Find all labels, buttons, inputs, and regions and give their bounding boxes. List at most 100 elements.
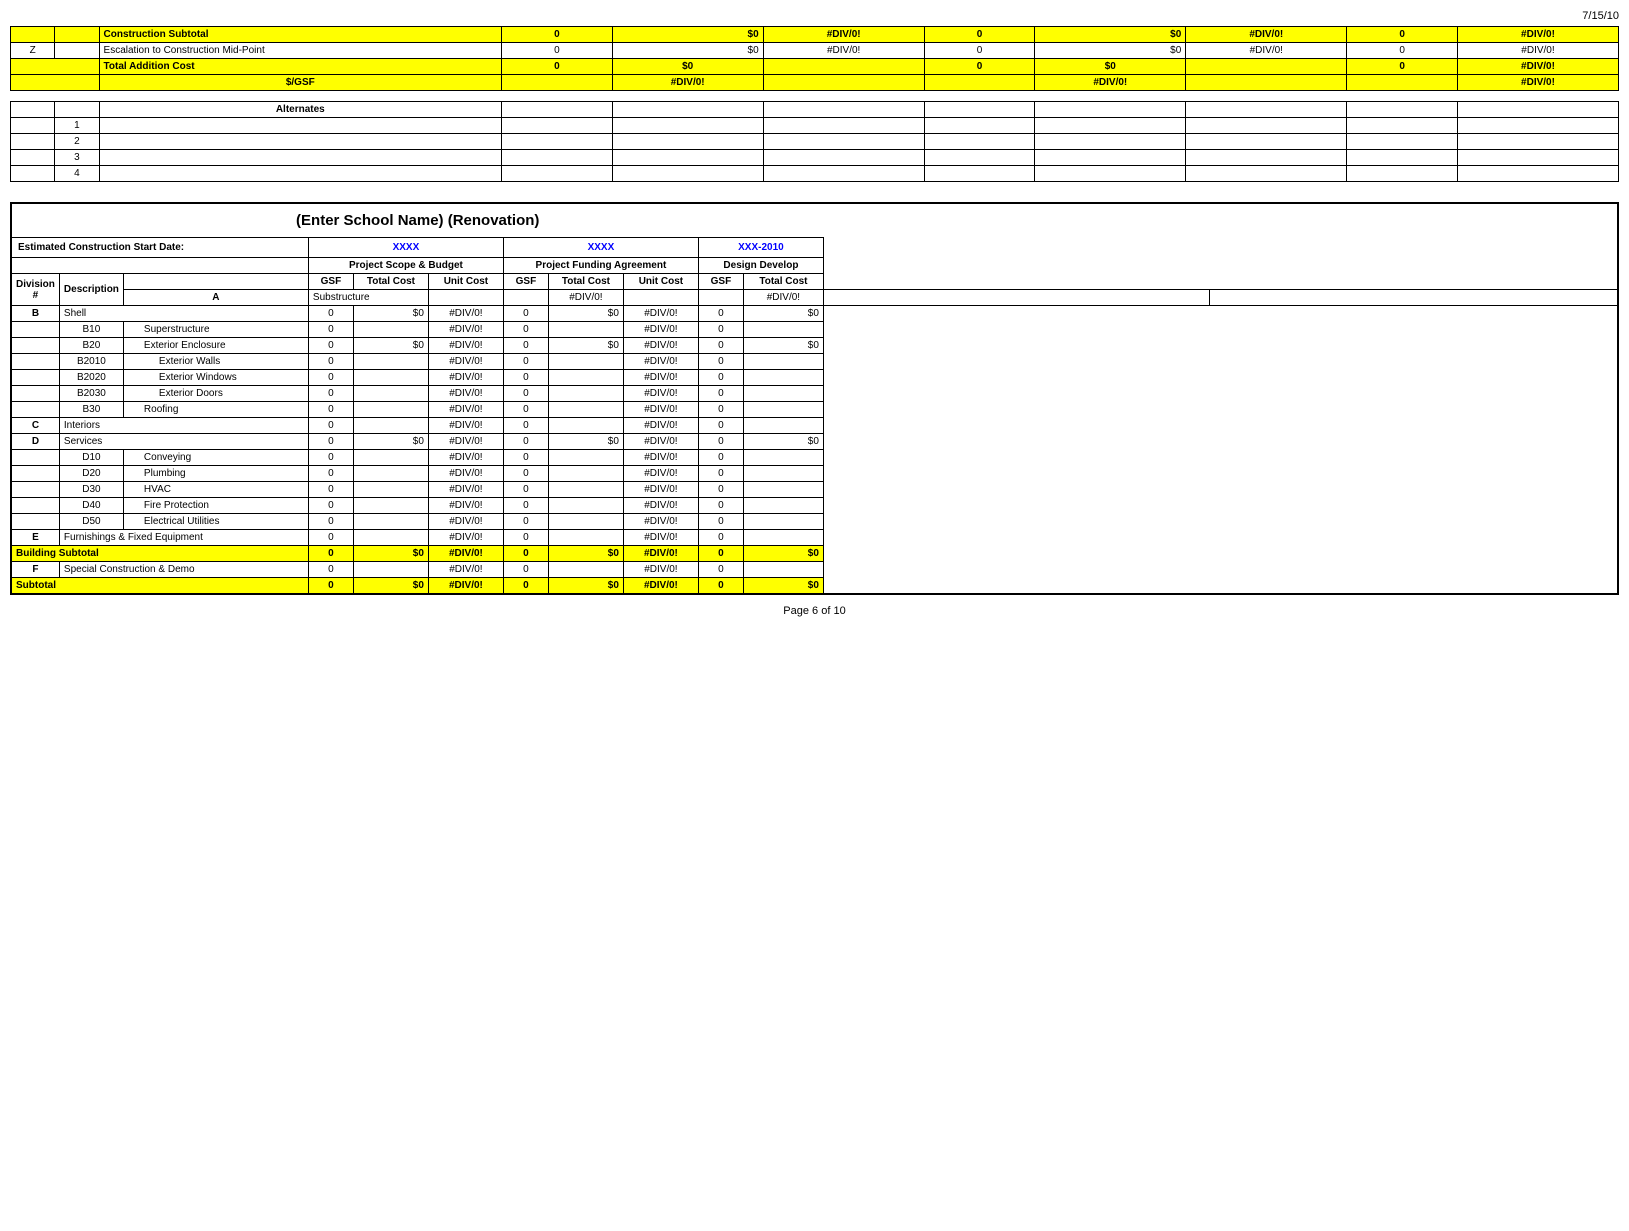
row-b2020-tc1 xyxy=(353,370,428,386)
row-d30-gsf1: 0 xyxy=(308,482,353,498)
row-b2010-sub: B2010 xyxy=(59,354,123,370)
row-b10: B10 Superstructure 0 #DIV/0! 0 #DIV/0! 0 xyxy=(11,322,1618,338)
gsf-uc1: #DIV/0! xyxy=(612,75,763,91)
tac-qty2: 0 xyxy=(924,59,1035,75)
alt-h-e6 xyxy=(924,102,1035,118)
row-f-tc3 xyxy=(743,562,823,578)
row-b20-uc1: #DIV/0! xyxy=(428,338,503,354)
row-b2030-tc2 xyxy=(548,386,623,402)
row-d10-tc1 xyxy=(353,450,428,466)
row-d20-gsf2: 0 xyxy=(503,466,548,482)
alt-h-e5 xyxy=(763,102,924,118)
escalation-label: Escalation to Construction Mid-Point xyxy=(99,43,502,59)
alt2-c5 xyxy=(1035,134,1186,150)
row-d40-ref xyxy=(11,498,59,514)
row-b2010-gsf3: 0 xyxy=(698,354,743,370)
construction-subtotal-label: Construction Subtotal xyxy=(99,27,502,43)
row-b10-uc2: #DIV/0! xyxy=(623,322,698,338)
row-d40-tc1 xyxy=(353,498,428,514)
alt3-c6 xyxy=(1186,150,1347,166)
row-d30-uc2: #DIV/0! xyxy=(623,482,698,498)
group2-label: Project Funding Agreement xyxy=(503,258,698,274)
top-section: 7/15/10 Construction Subtotal 0 $0 #DIV/… xyxy=(10,10,1619,182)
row-d40-tc2 xyxy=(548,498,623,514)
row-b30-uc2: #DIV/0! xyxy=(623,402,698,418)
row-f-gsf1: 0 xyxy=(308,562,353,578)
row-e-tc1 xyxy=(353,530,428,546)
gsf-e4 xyxy=(1186,75,1347,91)
row-a-gsf3 xyxy=(823,290,1210,306)
row-b2020-uc2: #DIV/0! xyxy=(623,370,698,386)
alt2-c7 xyxy=(1347,134,1458,150)
row-d20-ref xyxy=(11,466,59,482)
col3-code: XXX-2010 xyxy=(698,238,823,258)
row-b10-tc3 xyxy=(743,322,823,338)
row-e-gsf3: 0 xyxy=(698,530,743,546)
row-d50-tc1 xyxy=(353,514,428,530)
gsf2-header: GSF xyxy=(503,274,548,290)
row-b2020-tc2 xyxy=(548,370,623,386)
row-d40-uc2: #DIV/0! xyxy=(623,498,698,514)
alt-h-e9 xyxy=(1347,102,1458,118)
row-a-gsf2 xyxy=(623,290,698,306)
row-b30-gsf2: 0 xyxy=(503,402,548,418)
row-f: F Special Construction & Demo 0 #DIV/0! … xyxy=(11,562,1618,578)
alt2-e1 xyxy=(11,134,55,150)
alt1-desc xyxy=(99,118,502,134)
row-d30-uc1: #DIV/0! xyxy=(428,482,503,498)
esc-empty xyxy=(55,43,99,59)
tac-empty2 xyxy=(763,59,924,75)
row-a-ref: A xyxy=(123,290,308,306)
row-b20-desc: Exterior Enclosure xyxy=(123,338,308,354)
alt1-c2 xyxy=(612,118,763,134)
bs-tc2: $0 xyxy=(548,546,623,562)
alt2-c3 xyxy=(763,134,924,150)
row-b2010-gsf2: 0 xyxy=(503,354,548,370)
alt4-c3 xyxy=(763,166,924,182)
alt-h-e1 xyxy=(11,102,55,118)
row-f-gsf3: 0 xyxy=(698,562,743,578)
bottom-table: (Enter School Name) (Renovation) Estimat… xyxy=(10,202,1619,595)
row-b2030: B2030 Exterior Doors 0 #DIV/0! 0 #DIV/0!… xyxy=(11,386,1618,402)
row-b30-tc2 xyxy=(548,402,623,418)
bottom-section: (Enter School Name) (Renovation) Estimat… xyxy=(10,202,1619,595)
page-label: Page 6 of 10 xyxy=(783,605,845,617)
alt-h-e10 xyxy=(1457,102,1618,118)
row-d10-tc2 xyxy=(548,450,623,466)
row-b30-sub: B30 xyxy=(59,402,123,418)
esc-total-cost2: $0 xyxy=(1035,43,1186,59)
row-b30-desc: Roofing xyxy=(123,402,308,418)
row-d-tc3: $0 xyxy=(743,434,823,450)
row-b2010-ref xyxy=(11,354,59,370)
cs-qty: 0 xyxy=(502,27,613,43)
row-d20-gsf1: 0 xyxy=(308,466,353,482)
esc-total-cost: $0 xyxy=(612,43,763,59)
bs-gsf2: 0 xyxy=(503,546,548,562)
bs-uc2: #DIV/0! xyxy=(623,546,698,562)
row-d30-tc1 xyxy=(353,482,428,498)
row-b2030-ref xyxy=(11,386,59,402)
row-b2010-uc1: #DIV/0! xyxy=(428,354,503,370)
row-c-tc2 xyxy=(548,418,623,434)
row-b10-ref xyxy=(11,322,59,338)
row-c-tc3 xyxy=(743,418,823,434)
row-b10-gsf3: 0 xyxy=(698,322,743,338)
row-b-desc: Shell xyxy=(59,306,308,322)
row-b30-uc1: #DIV/0! xyxy=(428,402,503,418)
row-b2010-uc2: #DIV/0! xyxy=(623,354,698,370)
row-e-desc: Furnishings & Fixed Equipment xyxy=(59,530,308,546)
bs-gsf1: 0 xyxy=(308,546,353,562)
row-d-tc1: $0 xyxy=(353,434,428,450)
cs-total-cost: $0 xyxy=(612,27,763,43)
row-b-gsf2: 0 xyxy=(503,306,548,322)
esc-qty3: 0 xyxy=(1347,43,1458,59)
row-d-tc2: $0 xyxy=(548,434,623,450)
row-a-tc1 xyxy=(503,290,548,306)
gsf-e1 xyxy=(502,75,613,91)
gsf-e5 xyxy=(1347,75,1458,91)
tac-total-cost: $0 xyxy=(612,59,763,75)
cs-qty3: 0 xyxy=(1347,27,1458,43)
row-b2030-uc1: #DIV/0! xyxy=(428,386,503,402)
row-b20-tc1: $0 xyxy=(353,338,428,354)
st-gsf3: 0 xyxy=(698,578,743,595)
